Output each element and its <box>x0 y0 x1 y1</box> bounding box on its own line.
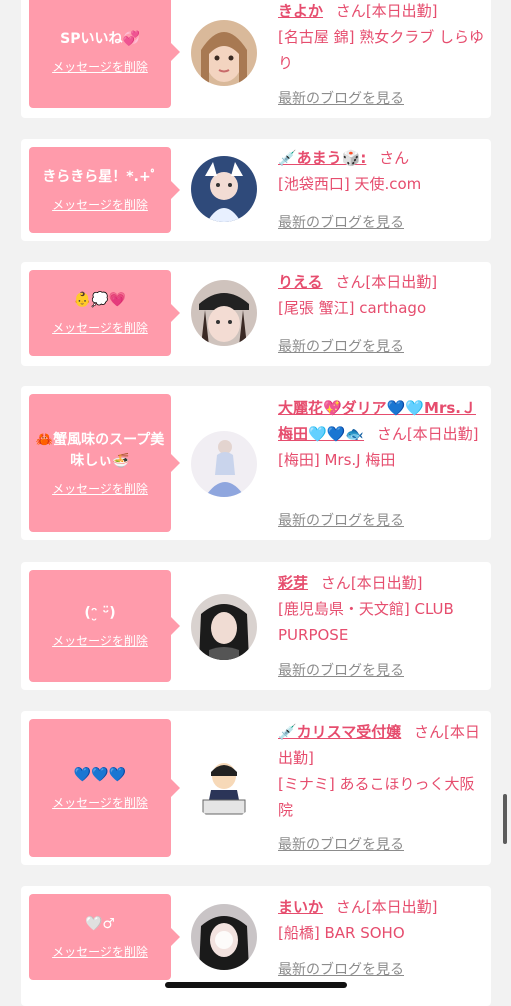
message-bubble: 🤍♂ メッセージを削除 <box>29 894 180 980</box>
latest-blog-link[interactable]: 最新のブログを見る <box>278 212 404 232</box>
avatar[interactable] <box>191 280 257 346</box>
sender-name-link[interactable]: 💉あまう🎲: <box>278 149 366 167</box>
shop-info: [船橋] BAR SOHO <box>278 924 405 942</box>
honorific: さん <box>320 574 351 592</box>
sender-name-link[interactable]: まいか <box>278 898 323 916</box>
honorific: さん <box>335 2 366 20</box>
sender-info: 大麗花💖ダリア💙🩵Mrs.Ｊ梅田🩵💙🐟 さん[本日出勤] [梅田] Mrs.J … <box>278 395 484 473</box>
attendance-status: [本日出勤] <box>350 574 423 592</box>
message-text: (ᵔ̮ ᵕ̈) <box>84 605 116 621</box>
latest-blog-link[interactable]: 最新のブログを見る <box>278 834 404 854</box>
avatar[interactable] <box>191 754 257 820</box>
shop-info: [ミナミ] あるこほりっく大阪院 <box>278 775 475 819</box>
honorific: さん <box>376 425 407 443</box>
message-bubble: 👶💭💗 メッセージを削除 <box>29 270 180 356</box>
message-text: きらきら星！*.+ﾟ <box>42 169 158 185</box>
scrollbar[interactable] <box>503 794 507 844</box>
avatar[interactable] <box>191 594 257 660</box>
message-bubble: (ᵔ̮ ᵕ̈) メッセージを削除 <box>29 570 180 682</box>
sender-info: 💉カリスマ受付嬢 さん[本日出勤] [ミナミ] あるこほりっく大阪院 <box>278 719 484 823</box>
shop-info: [尾張 蟹江] carthago <box>278 299 427 317</box>
delete-message-link[interactable]: メッセージを削除 <box>52 943 148 960</box>
message-bubble: きらきら星！*.+ﾟ メッセージを削除 <box>29 147 180 233</box>
home-indicator[interactable] <box>165 982 347 988</box>
latest-blog-link[interactable]: 最新のブログを見る <box>278 88 404 108</box>
honorific: さん <box>335 273 366 291</box>
sender-info: りえる さん[本日出勤] [尾張 蟹江] carthago <box>278 269 484 321</box>
sender-name-link[interactable]: 💉カリスマ受付嬢 <box>278 723 401 741</box>
sender-info: きよか さん[本日出勤] [名古屋 錦] 熟女クラブ しらゆり <box>278 0 484 76</box>
attendance-status: [本日出勤] <box>406 425 479 443</box>
delete-message-link[interactable]: メッセージを削除 <box>52 794 148 811</box>
sender-info: 彩芽 さん[本日出勤] [鹿児島県・天文館] CLUB PURPOSE <box>278 570 484 648</box>
shop-info: [梅田] Mrs.J 梅田 <box>278 451 396 469</box>
delete-message-link[interactable]: メッセージを削除 <box>52 319 148 336</box>
attendance-status: [本日出勤] <box>365 273 438 291</box>
latest-blog-link[interactable]: 最新のブログを見る <box>278 959 404 979</box>
shop-info: [池袋西口] 天使.com <box>278 175 422 193</box>
honorific: さん <box>379 149 410 167</box>
honorific: さん <box>335 898 366 916</box>
delete-message-link[interactable]: メッセージを削除 <box>52 196 148 213</box>
message-bubble: 🦀蟹風味のスープ美味しぃ🍜 メッセージを削除 <box>29 394 180 532</box>
delete-message-link[interactable]: メッセージを削除 <box>52 480 148 497</box>
avatar[interactable] <box>191 156 257 222</box>
sender-name-link[interactable]: きよか <box>278 2 323 20</box>
attendance-status: [本日出勤] <box>365 898 438 916</box>
latest-blog-link[interactable]: 最新のブログを見る <box>278 336 404 356</box>
sender-info: まいか さん[本日出勤] [船橋] BAR SOHO <box>278 894 484 946</box>
attendance-status: [本日出勤] <box>365 2 438 20</box>
avatar[interactable] <box>191 431 257 497</box>
avatar[interactable] <box>191 20 257 86</box>
message-text: 👶💭💗 <box>73 292 127 308</box>
latest-blog-link[interactable]: 最新のブログを見る <box>278 510 404 530</box>
sender-name-link[interactable]: 彩芽 <box>278 574 308 592</box>
message-bubble: SPいいね💞 メッセージを削除 <box>29 0 180 108</box>
shop-info: [鹿児島県・天文館] CLUB PURPOSE <box>278 600 454 644</box>
delete-message-link[interactable]: メッセージを削除 <box>52 632 148 649</box>
message-text: 🦀蟹風味のスープ美味しぃ🍜 <box>35 431 165 469</box>
sender-info: 💉あまう🎲: さん [池袋西口] 天使.com <box>278 145 484 197</box>
message-text: SPいいね💞 <box>60 31 140 47</box>
shop-info: [名古屋 錦] 熟女クラブ しらゆり <box>278 28 485 72</box>
delete-message-link[interactable]: メッセージを削除 <box>52 58 148 75</box>
message-text: 🤍♂ <box>85 916 115 932</box>
message-text: 💙💙💙 <box>73 767 127 783</box>
sender-name-link[interactable]: りえる <box>278 273 323 291</box>
avatar[interactable] <box>191 904 257 970</box>
message-bubble: 💙💙💙 メッセージを削除 <box>29 719 180 857</box>
honorific: さん <box>414 723 445 741</box>
latest-blog-link[interactable]: 最新のブログを見る <box>278 660 404 680</box>
